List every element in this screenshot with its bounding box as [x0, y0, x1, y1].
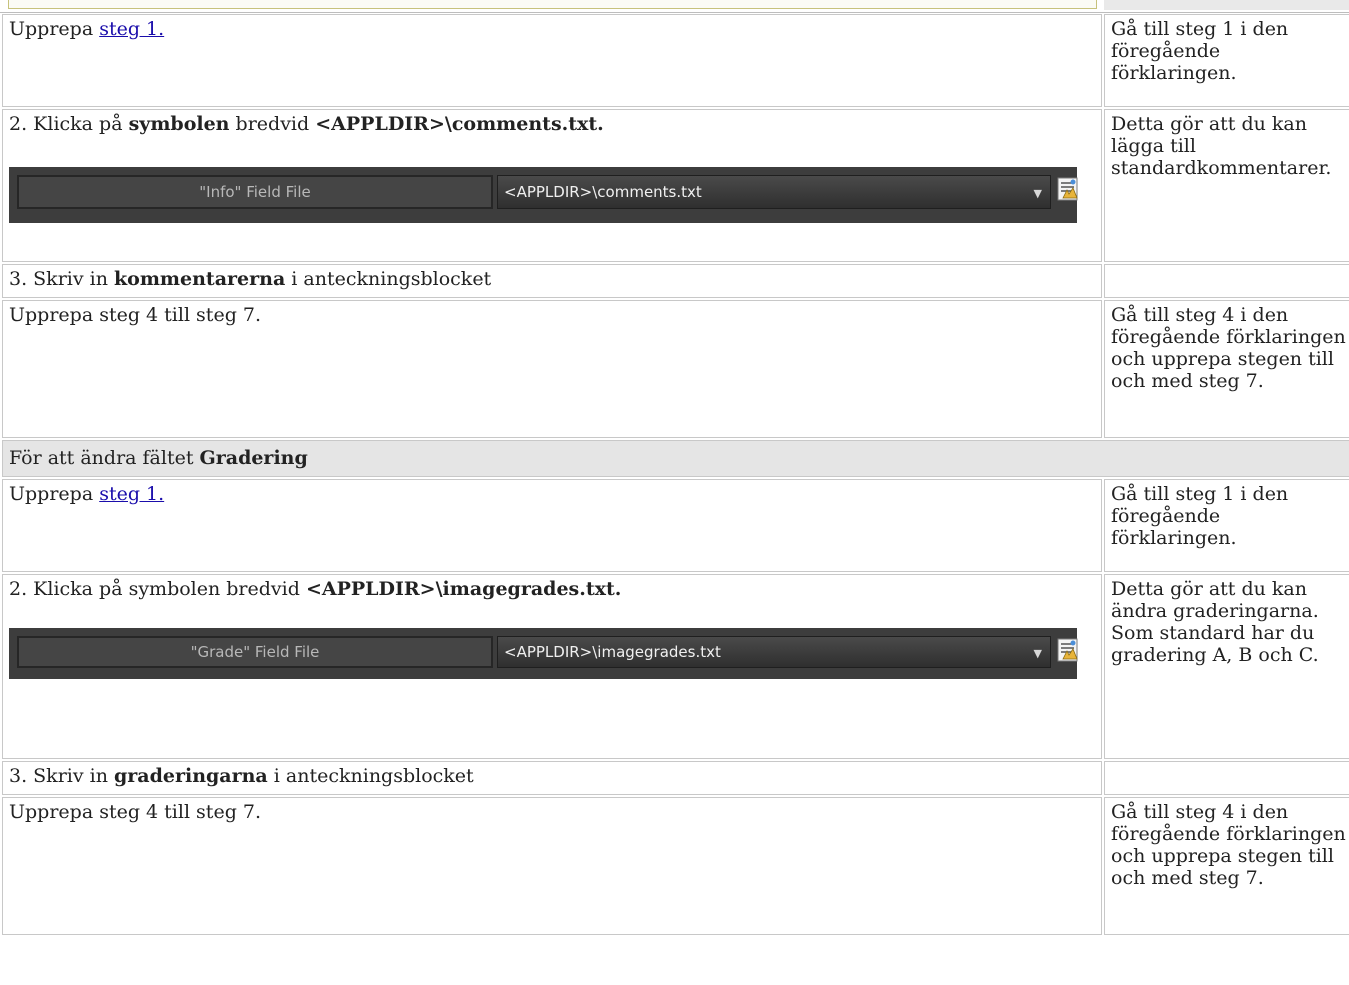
- section-header-cell: För att ändra fältet Gradering: [2, 440, 1349, 477]
- step-text: i anteckningsblocket: [267, 765, 474, 787]
- table-row: Upprepa steg 1. Gå till steg 1 i den för…: [2, 14, 1349, 107]
- note-cell: [1104, 761, 1349, 795]
- instructions-table: Upprepa steg 1. Gå till steg 1 i den för…: [0, 12, 1349, 937]
- field-file-label: "Info" Field File: [17, 175, 493, 209]
- top-frame-gray: [1104, 0, 1349, 10]
- table-row: 2. Klicka på symbolen bredvid <APPLDIR>\…: [2, 574, 1349, 759]
- note-cell: Detta gör att du kan lägga till standard…: [1104, 109, 1349, 262]
- section-header-row: För att ändra fältet Gradering: [2, 440, 1349, 477]
- step-1-link[interactable]: steg 1.: [99, 18, 164, 40]
- note-text: Gå till steg 4 i den föregående förklari…: [1111, 304, 1346, 392]
- section-bold-text: Gradering: [199, 447, 308, 469]
- step-text: i anteckningsblocket: [285, 268, 492, 290]
- step-text: Upprepa steg 4 till steg 7.: [9, 304, 262, 326]
- note-text: Gå till steg 1 i den föregående förklari…: [1111, 18, 1289, 84]
- field-file-value: <APPLDIR>\imagegrades.txt: [504, 643, 721, 661]
- step-bold-text: symbolen: [128, 113, 230, 135]
- info-field-file-widget: "Info" Field File <APPLDIR>\comments.txt…: [9, 167, 1078, 223]
- chevron-down-icon[interactable]: ▼: [1034, 183, 1042, 205]
- note-cell: Detta gör att du kan ändra graderingarna…: [1104, 574, 1349, 759]
- step-text: Upprepa: [9, 483, 100, 505]
- step-text: bredvid: [229, 113, 316, 135]
- field-file-select[interactable]: <APPLDIR>\imagegrades.txt ▼: [497, 636, 1051, 668]
- step-bold-text: kommentarerna: [113, 268, 286, 290]
- step-text: Upprepa steg 4 till steg 7.: [9, 801, 262, 823]
- step-text: 2. Klicka på: [9, 113, 129, 135]
- table-row: 3. Skriv in kommentarerna i anteckningsb…: [2, 264, 1349, 298]
- note-cell: Gå till steg 1 i den föregående förklari…: [1104, 14, 1349, 107]
- step-cell: 2. Klicka på symbolen bredvid <APPLDIR>\…: [2, 574, 1102, 759]
- table-row: Upprepa steg 1. Gå till steg 1 i den för…: [2, 479, 1349, 572]
- step-1-link[interactable]: steg 1.: [99, 483, 164, 505]
- note-text: Detta gör att du kan ändra graderingarna…: [1111, 578, 1319, 666]
- file-browse-icon[interactable]: [1055, 637, 1081, 663]
- note-cell: [1104, 264, 1349, 298]
- step-cell: 3. Skriv in graderingarna i anteckningsb…: [2, 761, 1102, 795]
- step-text: 3. Skriv in: [9, 765, 114, 787]
- top-frame-edge: [8, 0, 1097, 9]
- table-row: 2. Klicka på symbolen bredvid <APPLDIR>\…: [2, 109, 1349, 262]
- field-file-value: <APPLDIR>\comments.txt: [504, 183, 702, 201]
- note-cell: Gå till steg 1 i den föregående förklari…: [1104, 479, 1349, 572]
- step-bold-text: graderingarna: [113, 765, 268, 787]
- note-text: Gå till steg 4 i den föregående förklari…: [1111, 801, 1346, 889]
- step-cell: 3. Skriv in kommentarerna i anteckningsb…: [2, 264, 1102, 298]
- file-path-text: <APPLDIR>\comments.txt.: [315, 113, 604, 135]
- chevron-down-icon[interactable]: ▼: [1034, 643, 1042, 665]
- step-cell: Upprepa steg 4 till steg 7.: [2, 300, 1102, 438]
- step-cell: Upprepa steg 4 till steg 7.: [2, 797, 1102, 935]
- note-cell: Gå till steg 4 i den föregående förklari…: [1104, 300, 1349, 438]
- step-text: 2. Klicka på symbolen bredvid: [9, 578, 306, 600]
- step-text: Upprepa: [9, 18, 100, 40]
- table-row: Upprepa steg 4 till steg 7. Gå till steg…: [2, 300, 1349, 438]
- step-text: 3. Skriv in: [9, 268, 114, 290]
- field-file-label: "Grade" Field File: [17, 636, 493, 668]
- step-cell: 2. Klicka på symbolen bredvid <APPLDIR>\…: [2, 109, 1102, 262]
- file-browse-icon[interactable]: [1055, 176, 1081, 202]
- field-file-select[interactable]: <APPLDIR>\comments.txt ▼: [497, 175, 1051, 209]
- grade-field-file-widget: "Grade" Field File <APPLDIR>\imagegrades…: [9, 628, 1078, 679]
- note-cell: Gå till steg 4 i den föregående förklari…: [1104, 797, 1349, 935]
- step-cell: Upprepa steg 1.: [2, 14, 1102, 107]
- file-path-text: <APPLDIR>\imagegrades.txt.: [305, 578, 622, 600]
- note-text: Detta gör att du kan lägga till standard…: [1111, 113, 1332, 179]
- table-row: 3. Skriv in graderingarna i anteckningsb…: [2, 761, 1349, 795]
- note-text: Gå till steg 1 i den föregående förklari…: [1111, 483, 1289, 549]
- table-row: Upprepa steg 4 till steg 7. Gå till steg…: [2, 797, 1349, 935]
- section-text: För att ändra fältet: [9, 447, 200, 469]
- step-cell: Upprepa steg 1.: [2, 479, 1102, 572]
